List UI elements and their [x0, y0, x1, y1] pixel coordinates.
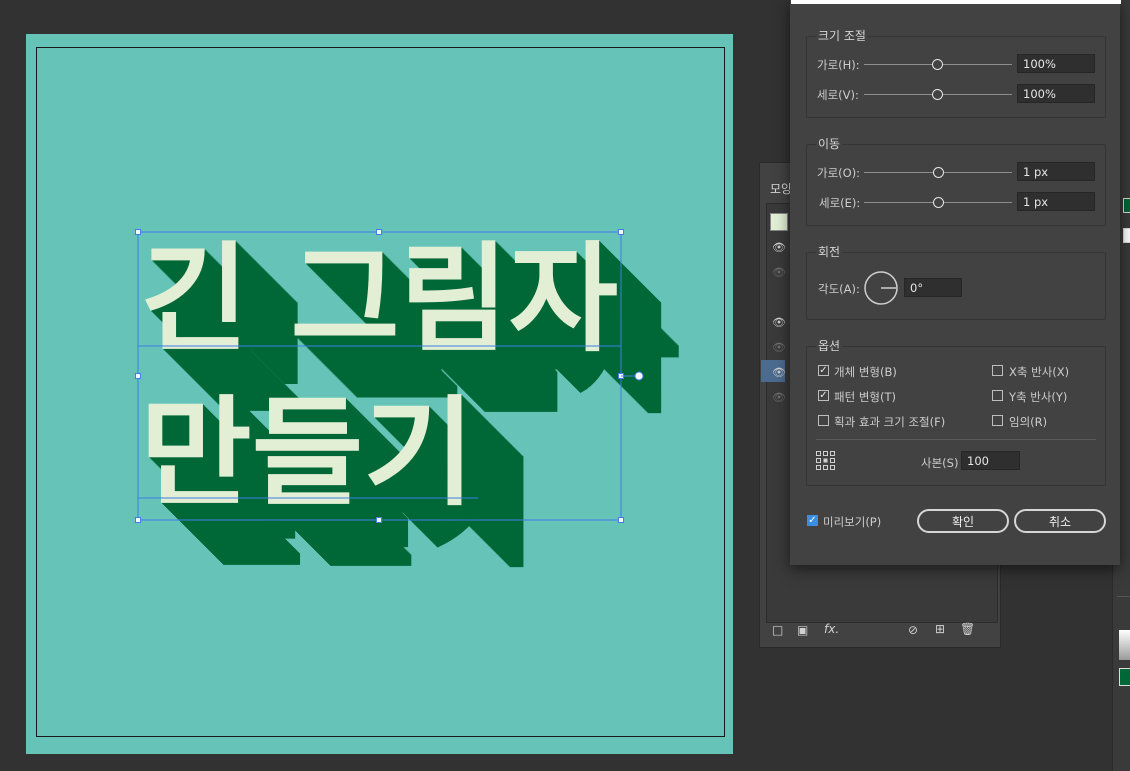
scale-group-title: 크기 조절 — [816, 27, 868, 44]
scale-horizontal-slider-knob[interactable] — [932, 59, 943, 70]
scale-vertical-input[interactable]: 100% — [1017, 84, 1095, 103]
clear-appearance-icon[interactable]: ⊘ — [908, 623, 918, 637]
visibility-eye-icon[interactable]: 👁 — [772, 316, 786, 329]
reflect-x-checkbox[interactable] — [992, 365, 1003, 376]
handle-bottom-left[interactable] — [135, 517, 141, 523]
options-divider — [816, 439, 1096, 440]
scale-vertical-label: 세로(V): — [817, 88, 859, 102]
transform-patterns-label: 패턴 변형(T) — [834, 390, 896, 404]
reflect-y-checkbox[interactable] — [992, 390, 1003, 401]
headline-line-2[interactable]: 만들기 — [140, 384, 475, 522]
move-vertical-slider-knob[interactable] — [933, 197, 944, 208]
rotate-group-title: 회전 — [816, 243, 843, 260]
reference-point-icon[interactable] — [816, 451, 836, 471]
handle-top-center[interactable] — [376, 229, 382, 235]
rotate-handle[interactable] — [634, 371, 644, 381]
trash-icon[interactable]: 🗑 — [960, 622, 975, 636]
handle-bottom-right[interactable] — [618, 517, 624, 523]
handle-top-left[interactable] — [135, 229, 141, 235]
visibility-eye-icon[interactable]: 👁 — [772, 266, 786, 279]
scale-group — [806, 36, 1106, 118]
none-color-chip[interactable] — [1123, 228, 1130, 243]
scale-strokes-label: 획과 효과 크기 조절(F) — [834, 415, 946, 429]
headline-line-1[interactable]: 긴 그림자 — [140, 230, 618, 368]
fill-color-chip[interactable] — [1119, 668, 1130, 686]
move-group — [806, 144, 1106, 226]
fx-icon[interactable]: fx. — [824, 622, 839, 636]
ok-button[interactable]: 확인 — [917, 509, 1009, 533]
scale-strokes-checkbox[interactable] — [818, 415, 829, 426]
strip-divider — [1117, 596, 1130, 597]
visibility-eye-icon[interactable]: 👁 — [772, 366, 786, 379]
add-stroke-icon[interactable]: □ — [772, 623, 783, 637]
transform-patterns-checkbox[interactable]: ✓ — [818, 390, 829, 401]
move-group-title: 이동 — [816, 135, 843, 152]
add-fill-icon[interactable]: ▣ — [797, 623, 808, 637]
scale-horizontal-input[interactable]: 100% — [1017, 54, 1095, 73]
stroke-color-chip[interactable] — [1123, 198, 1130, 213]
cancel-button[interactable]: 취소 — [1014, 509, 1106, 533]
visibility-eye-icon[interactable]: 👁 — [772, 341, 786, 354]
preview-label: 미리보기(P) — [823, 515, 882, 529]
reflect-y-label: Y축 반사(Y) — [1009, 390, 1068, 404]
random-label: 임의(R) — [1009, 415, 1048, 429]
duplicate-item-icon[interactable]: ⊞ — [935, 622, 945, 636]
move-horizontal-input[interactable]: 1 px — [1017, 162, 1095, 181]
move-horizontal-slider-knob[interactable] — [933, 167, 944, 178]
reflect-x-label: X축 반사(X) — [1009, 365, 1070, 379]
visibility-eye-icon[interactable]: 👁 — [772, 241, 786, 254]
copies-label: 사본(S) — [921, 456, 959, 470]
preview-checkbox[interactable]: ✓ — [807, 515, 818, 526]
move-vertical-label: 세로(E): — [819, 196, 861, 210]
transform-objects-label: 개체 변형(B) — [834, 365, 897, 379]
handle-bottom-center[interactable] — [376, 517, 382, 523]
angle-dial-icon[interactable] — [863, 270, 899, 306]
handle-middle-left[interactable] — [135, 373, 141, 379]
transform-objects-checkbox[interactable]: ✓ — [818, 365, 829, 376]
scale-horizontal-label: 가로(H): — [817, 58, 860, 72]
fill-swatch[interactable] — [770, 213, 788, 231]
dialog-top-bar — [791, 0, 1121, 4]
move-vertical-input[interactable]: 1 px — [1017, 192, 1095, 211]
options-group-title: 옵션 — [816, 337, 843, 354]
handle-top-right[interactable] — [618, 229, 624, 235]
scale-vertical-slider-knob[interactable] — [932, 89, 943, 100]
random-checkbox[interactable] — [992, 415, 1003, 426]
gradient-chip[interactable] — [1119, 630, 1130, 660]
visibility-eye-icon[interactable]: 👁 — [772, 391, 786, 404]
move-horizontal-label: 가로(O): — [817, 166, 861, 180]
rotate-angle-input[interactable]: 0° — [904, 278, 962, 297]
rotate-angle-label: 각도(A): — [818, 282, 860, 296]
appearance-panel-title: 모양 — [770, 182, 793, 196]
copies-input[interactable]: 100 — [961, 451, 1020, 470]
